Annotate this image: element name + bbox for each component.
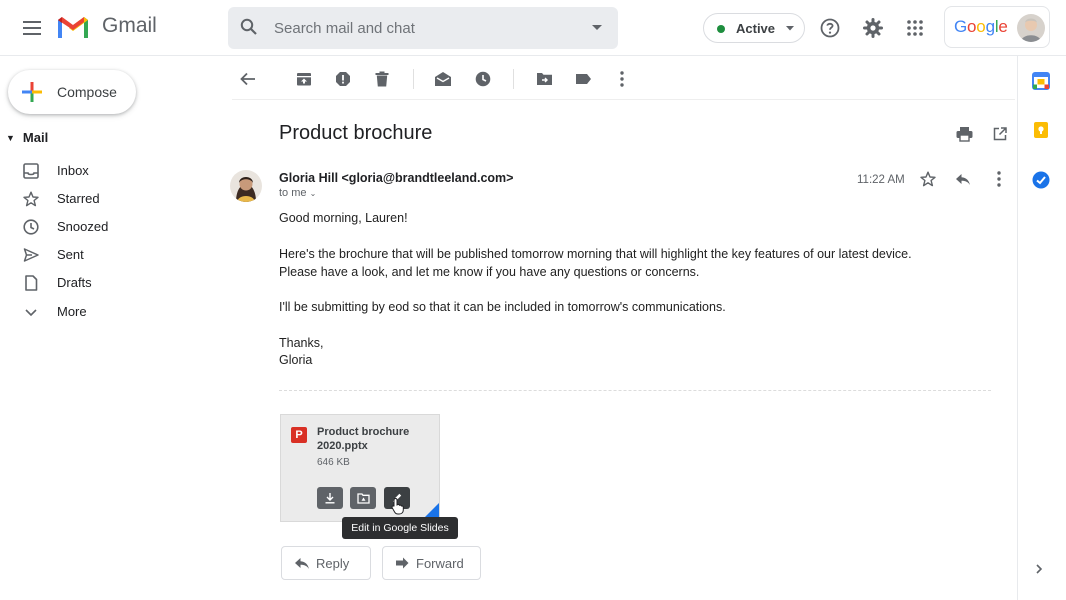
move-to-folder-icon[interactable] xyxy=(531,66,557,92)
inbox-icon xyxy=(23,163,39,179)
sidebar-item-label: Snoozed xyxy=(57,219,109,234)
calendar-icon[interactable] xyxy=(1032,72,1052,92)
forward-label: Forward xyxy=(416,556,464,571)
email-body-line: Here's the brochure that will be publish… xyxy=(279,247,912,261)
app-title: Gmail xyxy=(102,14,157,37)
account-switcher[interactable]: Google xyxy=(944,6,1050,48)
mouse-cursor-icon xyxy=(391,497,405,515)
sidebar-item-snoozed[interactable]: Snoozed xyxy=(0,213,220,241)
main-menu-icon[interactable] xyxy=(18,16,46,40)
star-icon[interactable] xyxy=(914,165,942,193)
toolbar-divider xyxy=(513,69,514,89)
sidebar-item-inbox[interactable]: Inbox xyxy=(0,157,220,185)
status-dot xyxy=(717,25,725,33)
clock-icon xyxy=(23,219,39,235)
send-icon xyxy=(23,247,39,263)
email-body-signoff: Thanks, xyxy=(279,336,324,350)
chevron-down-icon: ⌄ xyxy=(309,189,317,198)
sidebar-item-starred[interactable]: Starred xyxy=(0,185,220,213)
sender-name-email[interactable]: Gloria Hill <gloria@brandtleeland.com> xyxy=(279,171,513,185)
snooze-clock-icon[interactable] xyxy=(470,66,496,92)
reply-icon[interactable] xyxy=(949,165,977,193)
status-label: Active xyxy=(736,21,776,36)
archive-icon[interactable] xyxy=(291,66,317,92)
reply-button[interactable]: Reply xyxy=(281,546,371,580)
back-arrow-icon[interactable] xyxy=(235,66,261,92)
gmail-logo-icon[interactable] xyxy=(56,14,90,40)
sidebar-item-label: Drafts xyxy=(57,275,92,290)
attachments-divider xyxy=(279,390,991,391)
open-in-new-window-icon[interactable] xyxy=(986,120,1014,148)
sidebar-item-label: Starred xyxy=(57,191,100,206)
toolbar-divider xyxy=(413,69,414,89)
sidebar-item-drafts[interactable]: Drafts xyxy=(0,269,220,297)
search-icon[interactable] xyxy=(240,18,258,36)
star-icon xyxy=(23,191,39,207)
help-icon[interactable] xyxy=(816,14,844,42)
email-body-line: I'll be submitting by eod so that it can… xyxy=(279,300,726,314)
attachment-size: 646 KB xyxy=(317,457,350,468)
keep-notes-icon[interactable] xyxy=(1032,121,1052,141)
attachment-name: Product brochure 2020.pptx xyxy=(317,425,409,453)
compose-button[interactable]: Compose xyxy=(8,70,136,114)
email-body-greeting: Good morning, Lauren! xyxy=(279,211,408,225)
attachment-card[interactable]: P Product brochure 2020.pptx 646 KB xyxy=(280,414,440,522)
search-options-icon[interactable] xyxy=(592,25,602,31)
user-avatar[interactable] xyxy=(1017,14,1045,42)
google-logo: Google xyxy=(954,17,1008,36)
collapse-triangle-icon: ▼ xyxy=(6,133,15,143)
label-tag-icon[interactable] xyxy=(570,66,596,92)
more-vertical-icon[interactable] xyxy=(985,165,1013,193)
apps-grid-icon[interactable] xyxy=(901,14,929,42)
compose-plus-icon xyxy=(20,80,44,104)
mark-unread-icon[interactable] xyxy=(430,66,456,92)
chevron-down-icon xyxy=(786,26,794,31)
email-subject: Product brochure xyxy=(279,122,433,144)
sidebar-item-sent[interactable]: Sent xyxy=(0,241,220,269)
sidebar-item-label: Inbox xyxy=(57,163,89,178)
more-vertical-icon[interactable] xyxy=(609,66,635,92)
delete-trash-icon[interactable] xyxy=(369,66,395,92)
expand-panel-chevron-icon[interactable] xyxy=(1032,562,1052,582)
recipient-label: to me xyxy=(279,187,307,199)
email-body-signature: Gloria xyxy=(279,353,313,367)
reply-label: Reply xyxy=(316,556,350,571)
forward-button[interactable]: Forward xyxy=(382,546,481,580)
tasks-icon[interactable] xyxy=(1032,171,1052,191)
sidebar-item-more[interactable]: More xyxy=(0,298,220,326)
tooltip-edit-in-slides: Edit in Google Slides xyxy=(342,517,458,539)
settings-gear-icon[interactable] xyxy=(859,14,887,42)
search-bar[interactable]: Search mail and chat xyxy=(228,7,618,49)
top-bar: Gmail Search mail and chat Active Google xyxy=(0,0,1066,56)
forward-icon xyxy=(395,557,409,569)
add-to-drive-button[interactable] xyxy=(350,487,376,509)
side-panel xyxy=(1017,56,1066,600)
report-spam-icon[interactable] xyxy=(330,66,356,92)
sidebar-item-label: Sent xyxy=(57,247,84,262)
mail-section-header[interactable]: ▼ Mail xyxy=(6,130,48,145)
sidebar-item-label: More xyxy=(57,304,87,319)
attachment-name-line2: 2020.pptx xyxy=(317,440,368,452)
drive-folder-icon xyxy=(356,492,370,504)
reply-icon xyxy=(294,557,310,570)
compose-label: Compose xyxy=(57,84,117,100)
print-icon[interactable] xyxy=(950,120,978,148)
download-button[interactable] xyxy=(317,487,343,509)
toolbar-divider-line xyxy=(232,99,1015,100)
mail-section-label: Mail xyxy=(22,130,49,145)
status-selector[interactable]: Active xyxy=(703,13,805,43)
chevron-down-icon xyxy=(23,304,39,320)
message-timestamp: 11:22 AM xyxy=(857,174,905,186)
email-body-line: Please have a look, and let me know if y… xyxy=(279,265,700,279)
recipient-details[interactable]: to me ⌄ xyxy=(279,187,316,199)
search-input[interactable]: Search mail and chat xyxy=(274,20,415,37)
download-icon xyxy=(324,492,336,504)
powerpoint-file-icon: P xyxy=(291,427,307,443)
sender-avatar[interactable] xyxy=(230,170,262,202)
draft-icon xyxy=(23,275,39,291)
attachment-name-line1: Product brochure xyxy=(317,426,410,438)
